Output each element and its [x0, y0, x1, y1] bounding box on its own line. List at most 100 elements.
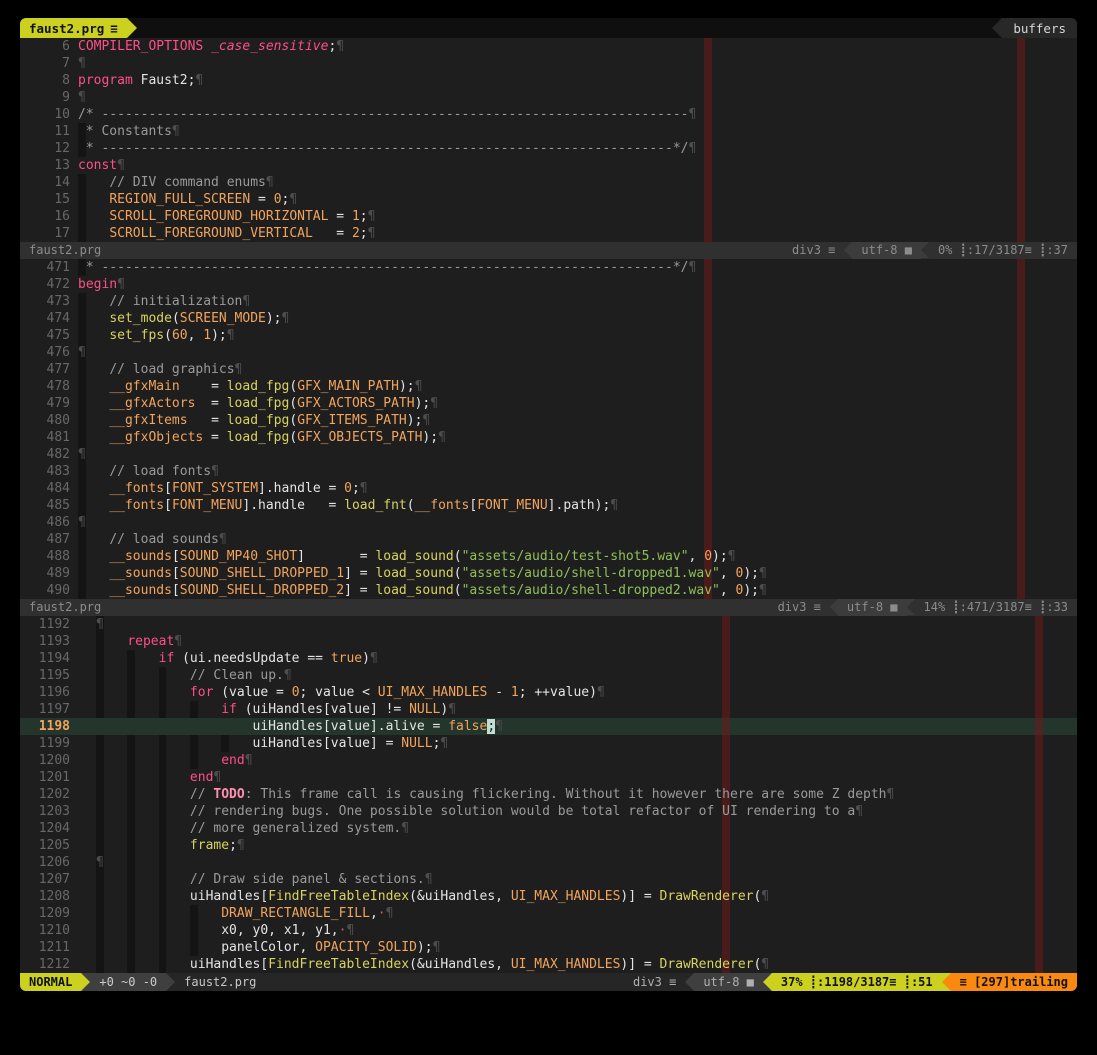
- code-text: REGION_FULL_SCREEN = 0;¶: [78, 192, 297, 207]
- code-line[interactable]: 1207 // Draw side panel & sections.¶: [20, 871, 1077, 888]
- code-line[interactable]: 477 // load graphics¶: [20, 361, 1077, 378]
- code-line[interactable]: 6COMPILER_OPTIONS _case_sensitive;¶: [20, 38, 1077, 55]
- line-number: 13: [20, 157, 70, 174]
- code-line[interactable]: 10/* -----------------------------------…: [20, 106, 1077, 123]
- line-text: // TODO: This frame call is causing flic…: [96, 786, 1077, 803]
- code-line[interactable]: 1193 repeat¶: [20, 633, 1077, 650]
- eol-marker: ¶: [78, 345, 86, 360]
- code-line[interactable]: 1204 // more generalized system.¶: [20, 820, 1077, 837]
- code-line[interactable]: 483 // load fonts¶: [20, 463, 1077, 480]
- code-line[interactable]: 474 set_mode(SCREEN_MODE);¶: [20, 310, 1077, 327]
- code-line[interactable]: 1195 // Clean up.¶: [20, 667, 1077, 684]
- code-line[interactable]: 11 * Constants¶: [20, 123, 1077, 140]
- code-line[interactable]: 486¶: [20, 514, 1077, 531]
- statusline-filename: faust2.prg: [20, 242, 110, 259]
- powerline-separator: [992, 18, 1002, 38]
- line-number: 1201: [20, 769, 70, 786]
- code-line[interactable]: 490 __sounds[SOUND_SHELL_DROPPED_2] = lo…: [20, 582, 1077, 599]
- line-text: __gfxMain = load_fpg(GFX_MAIN_PATH);¶: [78, 378, 1077, 395]
- powerline-separator: [942, 973, 951, 991]
- code-text: __gfxActors = load_fpg(GFX_ACTORS_PATH);…: [78, 396, 438, 411]
- code-line[interactable]: 472begin¶: [20, 276, 1077, 293]
- code-text: ¶: [78, 345, 86, 360]
- code-line[interactable]: 475 set_fps(60, 1);¶: [20, 327, 1077, 344]
- code-text: __fonts[FONT_MENU].handle = load_fnt(__f…: [78, 498, 618, 513]
- code-line[interactable]: 488 __sounds[SOUND_MP40_SHOT] = load_sou…: [20, 548, 1077, 565]
- line-number: 8: [20, 72, 70, 89]
- code-line[interactable]: 1205 frame;¶: [20, 837, 1077, 854]
- statusline-location: 14% ┋:471/3187≡ ┋:33: [915, 599, 1078, 616]
- code-line[interactable]: 14 // DIV command enums¶: [20, 174, 1077, 191]
- list-icon: ≡: [110, 21, 118, 36]
- code-line-cursor[interactable]: 1198 uiHandles[value].alive = false;¶: [20, 718, 1077, 735]
- statusline-progress: 37% ┋:1198/3187≡ ┋:51: [772, 973, 942, 991]
- code-line[interactable]: 1208 uiHandles[FindFreeTableIndex(&uiHan…: [20, 888, 1077, 905]
- code-line[interactable]: 478 __gfxMain = load_fpg(GFX_MAIN_PATH);…: [20, 378, 1077, 395]
- statusline-middle[interactable]: faust2.prg div3 ≡ utf-8 ■ 14% ┋:471/3187…: [20, 599, 1077, 616]
- code-line[interactable]: 15 REGION_FULL_SCREEN = 0;¶: [20, 191, 1077, 208]
- code-line[interactable]: 1209 DRAW_RECTANGLE_FILL,·¶: [20, 905, 1077, 922]
- line-text: program Faust2;¶: [78, 72, 1077, 89]
- code-text: end¶: [96, 753, 253, 768]
- eol-marker: ¶: [759, 566, 767, 581]
- line-number: 479: [20, 395, 70, 412]
- code-line[interactable]: 1199 uiHandles[value] = NULL;¶: [20, 735, 1077, 752]
- code-line[interactable]: 1194 if (ui.needsUpdate == true)¶: [20, 650, 1077, 667]
- line-number: 1197: [20, 701, 70, 718]
- eol-marker: ¶: [440, 736, 448, 751]
- statusline-top[interactable]: faust2.prg div3 ≡ utf-8 ■ 0% ┋:17/3187≡ …: [20, 242, 1077, 259]
- line-text: __sounds[SOUND_SHELL_DROPPED_1] = load_s…: [78, 565, 1077, 582]
- code-line[interactable]: 13const¶: [20, 157, 1077, 174]
- code-line[interactable]: 489 __sounds[SOUND_SHELL_DROPPED_1] = lo…: [20, 565, 1077, 582]
- code-text: if (ui.needsUpdate == true)¶: [96, 651, 378, 666]
- code-line[interactable]: 1212 uiHandles[FindFreeTableIndex(&uiHan…: [20, 956, 1077, 973]
- code-line[interactable]: 471 * ----------------------------------…: [20, 259, 1077, 276]
- code-text: // Clean up.¶: [96, 668, 292, 683]
- buffers-button[interactable]: buffers: [1002, 18, 1077, 38]
- code-line[interactable]: 16 SCROLL_FOREGROUND_HORIZONTAL = 1;¶: [20, 208, 1077, 225]
- code-line[interactable]: 1200 end¶: [20, 752, 1077, 769]
- code-line[interactable]: 1197 if (uiHandles[value] != NULL)¶: [20, 701, 1077, 718]
- code-line[interactable]: 1203 // rendering bugs. One possible sol…: [20, 803, 1077, 820]
- code-line[interactable]: 9¶: [20, 89, 1077, 106]
- code-line[interactable]: 8 program Faust2;¶: [20, 72, 1077, 89]
- eol-marker: ¶: [245, 753, 253, 768]
- code-text: /* -------------------------------------…: [78, 107, 696, 122]
- code-line[interactable]: 481 __gfxObjects = load_fpg(GFX_OBJECTS_…: [20, 429, 1077, 446]
- code-line[interactable]: 1210 x0, y0, x1, y1,·¶: [20, 922, 1077, 939]
- line-text: for (value = 0; value < UI_MAX_HANDLES -…: [96, 684, 1077, 701]
- line-number: 11: [20, 123, 70, 140]
- eol-marker: ¶: [360, 481, 368, 496]
- code-line[interactable]: 485 __fonts[FONT_MENU].handle = load_fnt…: [20, 497, 1077, 514]
- code-line[interactable]: 479 __gfxActors = load_fpg(GFX_ACTORS_PA…: [20, 395, 1077, 412]
- line-number: 489: [20, 565, 70, 582]
- eol-marker: ¶: [761, 889, 769, 904]
- eol-marker: ¶: [610, 498, 618, 513]
- code-line[interactable]: 7¶: [20, 55, 1077, 72]
- code-line[interactable]: 1206¶: [20, 854, 1077, 871]
- tab-label: faust2.prg: [29, 21, 104, 36]
- line-number: 474: [20, 310, 70, 327]
- code-line[interactable]: 1201 end¶: [20, 769, 1077, 786]
- code-line[interactable]: 1211 panelColor, OPACITY_SOLID);¶: [20, 939, 1077, 956]
- code-line[interactable]: 480 __gfxItems = load_fpg(GFX_ITEMS_PATH…: [20, 412, 1077, 429]
- code-line[interactable]: 12 * -----------------------------------…: [20, 140, 1077, 157]
- code-text: // Draw side panel & sections.¶: [96, 872, 433, 887]
- code-line[interactable]: 1202 // TODO: This frame call is causing…: [20, 786, 1077, 803]
- code-line[interactable]: 1192¶: [20, 616, 1077, 633]
- code-line[interactable]: 484 __fonts[FONT_SYSTEM].handle = 0;¶: [20, 480, 1077, 497]
- code-line[interactable]: 1196 for (value = 0; value < UI_MAX_HAND…: [20, 684, 1077, 701]
- code-line[interactable]: 487 // load sounds¶: [20, 531, 1077, 548]
- code-line[interactable]: 476¶: [20, 344, 1077, 361]
- line-text: uiHandles[value] = NULL;¶: [96, 735, 1077, 752]
- line-text: /* -------------------------------------…: [78, 106, 1077, 123]
- tab-faust2prg[interactable]: faust2.prg ≡: [20, 18, 127, 38]
- code-line[interactable]: 473 // initialization¶: [20, 293, 1077, 310]
- line-number: 478: [20, 378, 70, 395]
- line-text: REGION_FULL_SCREEN = 0;¶: [78, 191, 1077, 208]
- code-text: // rendering bugs. One possible solution…: [96, 804, 863, 819]
- code-line[interactable]: 482¶: [20, 446, 1077, 463]
- statusline-active[interactable]: NORMAL +0 ~0 -0 faust2.prg div3 ≡ utf-8 …: [20, 973, 1077, 991]
- code-line[interactable]: 17 SCROLL_FOREGROUND_VERTICAL = 2;¶: [20, 225, 1077, 242]
- code-text: ¶: [78, 447, 86, 462]
